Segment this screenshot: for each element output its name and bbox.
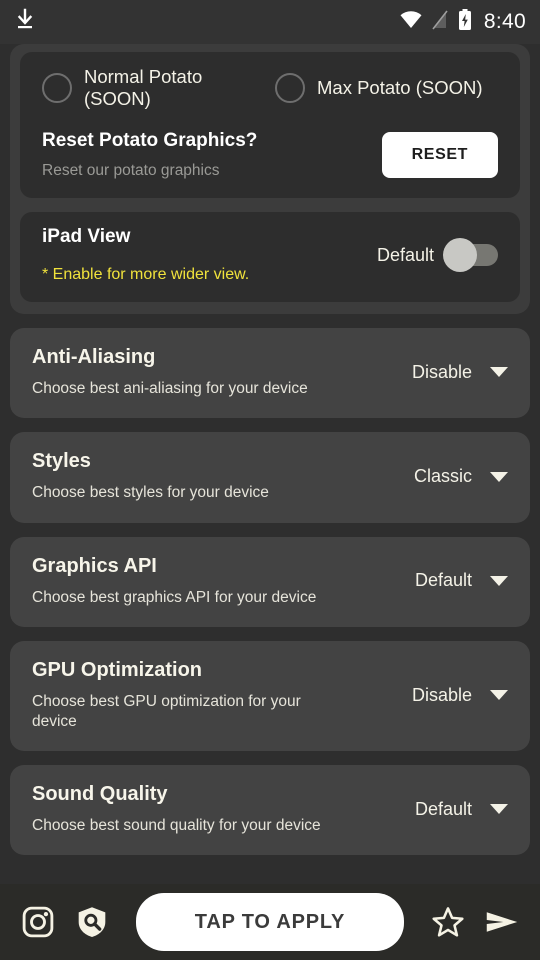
ipad-view-toggle-label: Default — [376, 244, 434, 265]
reset-potato-text: Reset Potato Graphics? Reset our potato … — [42, 130, 382, 180]
potato-reset-card: Normal Potato (SOON) Max Potato (SOON) R… — [20, 52, 520, 198]
setting-card-subtitle: Choose best GPU optimization for your de… — [32, 693, 301, 730]
dropdown-value: Disable — [411, 684, 472, 705]
setting-dropdown-anti-aliasing[interactable]: Disable — [412, 362, 508, 383]
ipad-view-title: iPad View — [42, 226, 131, 247]
setting-card-text: GPU Optimization Choose best GPU optimiz… — [32, 659, 332, 731]
dropdown-value: Default — [414, 798, 472, 819]
setting-card-text: Sound Quality Choose best sound quality … — [32, 783, 332, 835]
setting-card-title: Styles — [32, 450, 91, 473]
settings-scroll-area[interactable]: Normal Potato (SOON) Max Potato (SOON) R… — [0, 44, 540, 884]
reset-potato-title: Reset Potato Graphics? — [42, 130, 258, 151]
toggle-knob-icon — [443, 238, 477, 272]
bottom-action-bar: TAP TO APPLY — [0, 884, 540, 960]
radio-label: Max Potato (SOON) — [317, 77, 483, 98]
setting-dropdown-styles[interactable]: Classic — [414, 466, 508, 487]
setting-card-title: Sound Quality — [32, 782, 168, 805]
download-icon — [14, 8, 36, 37]
chevron-down-icon[interactable] — [490, 367, 508, 378]
chevron-down-icon[interactable] — [490, 690, 508, 700]
signal-off-icon — [432, 10, 449, 35]
reset-potato-row: Reset Potato Graphics? Reset our potato … — [42, 130, 498, 180]
battery-charging-icon — [458, 8, 472, 36]
instagram-icon[interactable] — [16, 905, 60, 939]
ipad-view-toggle[interactable] — [443, 238, 498, 272]
tap-to-apply-button[interactable]: TAP TO APPLY — [136, 893, 404, 951]
radio-circle-icon[interactable] — [275, 73, 305, 103]
ipad-view-card: iPad View * Enable for more wider view. … — [20, 212, 520, 302]
dropdown-value: Default — [414, 570, 472, 591]
setting-card-subtitle: Choose best styles for your device — [32, 484, 269, 502]
setting-card-gpu-optimization[interactable]: GPU Optimization Choose best GPU optimiz… — [10, 641, 530, 751]
radio-option-max-potato[interactable]: Max Potato (SOON) — [275, 73, 498, 103]
status-bar-left — [14, 8, 36, 37]
status-bar: 8:40 — [0, 0, 540, 44]
setting-card-text: Styles Choose best styles for your devic… — [32, 450, 332, 502]
setting-card-subtitle: Choose best sound quality for your devic… — [32, 816, 321, 834]
setting-dropdown-gpu-optimization[interactable]: Disable — [412, 685, 508, 706]
dropdown-value: Classic — [413, 466, 472, 487]
potato-radio-group: Normal Potato (SOON) Max Potato (SOON) — [42, 66, 498, 110]
setting-card-title: Anti-Aliasing — [32, 346, 156, 368]
ipad-view-row: iPad View * Enable for more wider view. … — [42, 226, 498, 284]
status-bar-right: 8:40 — [399, 8, 526, 36]
radio-option-normal-potato[interactable]: Normal Potato (SOON) — [42, 66, 265, 110]
setting-card-subtitle: Choose best ani-aliasing for your device — [32, 380, 308, 397]
setting-dropdown-graphics-api[interactable]: Default — [415, 570, 508, 591]
wifi-icon — [399, 10, 423, 35]
setting-card-title: GPU Optimization — [32, 659, 202, 682]
send-icon[interactable] — [480, 905, 524, 939]
setting-card-graphics-api[interactable]: Graphics API Choose best graphics API fo… — [10, 536, 530, 628]
radio-circle-icon[interactable] — [42, 73, 72, 103]
shield-search-icon[interactable] — [70, 905, 114, 939]
potato-graphics-group: Normal Potato (SOON) Max Potato (SOON) R… — [10, 44, 530, 314]
star-icon[interactable] — [426, 905, 470, 939]
ipad-view-subtitle: * Enable for more wider view. — [42, 266, 250, 283]
setting-card-text: Graphics API Choose best graphics API fo… — [32, 555, 332, 607]
dropdown-value: Disable — [411, 361, 472, 382]
radio-label: Normal Potato (SOON) — [84, 66, 203, 109]
setting-card-styles[interactable]: Styles Choose best styles for your devic… — [10, 432, 530, 523]
reset-button[interactable]: RESET — [381, 132, 498, 178]
chevron-down-icon[interactable] — [490, 575, 508, 586]
setting-card-text: Anti-Aliasing Choose best ani-aliasing f… — [32, 346, 332, 398]
setting-card-anti-aliasing[interactable]: Anti-Aliasing Choose best ani-aliasing f… — [10, 328, 530, 419]
reset-potato-subtitle: Reset our potato graphics — [42, 162, 220, 179]
chevron-down-icon[interactable] — [490, 471, 508, 482]
chevron-down-icon[interactable] — [490, 804, 508, 815]
ipad-view-toggle-wrap[interactable]: Default — [376, 238, 498, 272]
ipad-view-text: iPad View * Enable for more wider view. — [42, 226, 377, 284]
setting-card-subtitle: Choose best graphics API for your device — [32, 588, 317, 606]
setting-card-title: Graphics API — [32, 554, 157, 577]
status-bar-clock: 8:40 — [483, 10, 526, 33]
setting-card-sound-quality[interactable]: Sound Quality Choose best sound quality … — [10, 764, 530, 856]
setting-dropdown-sound-quality[interactable]: Default — [415, 799, 508, 820]
